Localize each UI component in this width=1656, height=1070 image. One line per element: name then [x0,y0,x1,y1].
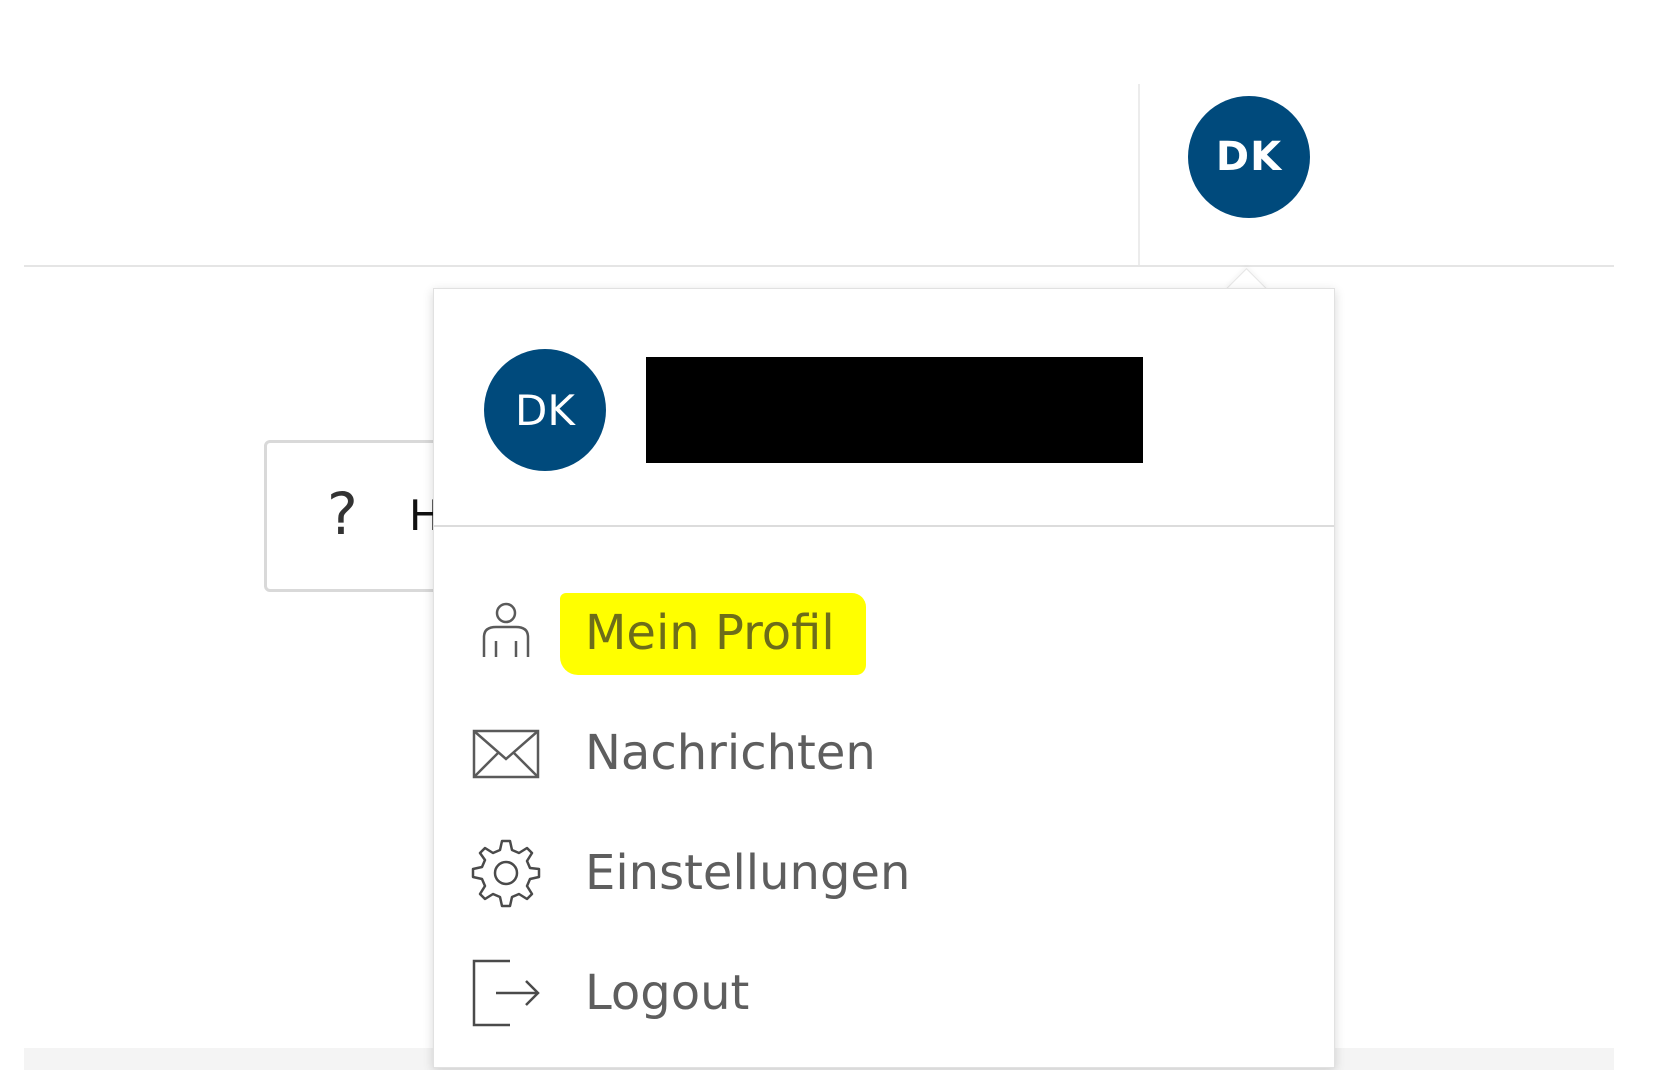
user-menu-header: DK [434,289,1334,525]
menu-item-logout[interactable]: Logout [434,937,1334,1047]
menu-item-label: Nachrichten [585,725,876,781]
person-icon [482,602,530,657]
menu-item-label: Einstellungen [585,845,911,901]
menu-divider [434,525,1334,527]
gear-icon [471,839,541,908]
envelope-icon [472,729,540,779]
menu-item-messages[interactable]: Nachrichten [434,697,1334,807]
user-menu-avatar: DK [484,349,606,471]
user-menu-dropdown: DK Mein Profil Nachrichten Einstellungen… [433,288,1335,1068]
question-mark-icon: ? [327,480,358,548]
header-divider [24,265,1614,267]
user-initials: DK [1215,134,1283,180]
logout-icon [472,959,540,1027]
username-redacted [646,357,1143,463]
menu-item-label: Logout [585,965,750,1021]
menu-item-label: Mein Profil [585,605,835,661]
menu-item-my-profile[interactable]: Mein Profil [434,577,1334,687]
user-avatar-button[interactable]: DK [1188,96,1310,218]
menu-item-settings[interactable]: Einstellungen [434,817,1334,927]
user-menu-initials: DK [515,385,575,435]
header-separator [1138,84,1140,265]
